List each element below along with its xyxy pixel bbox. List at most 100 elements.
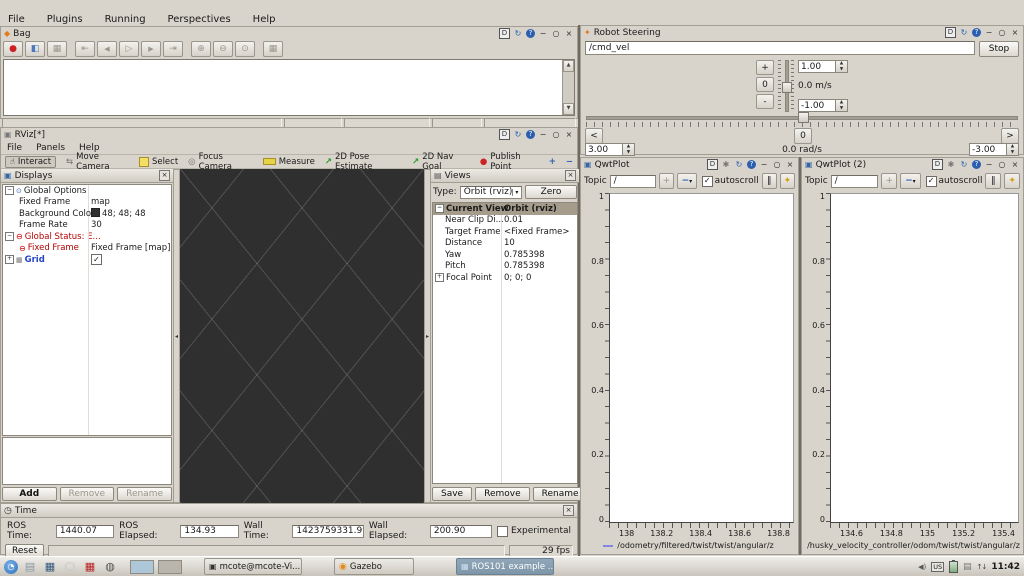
power-icon[interactable]: ◍: [102, 560, 118, 574]
linear-plus-button[interactable]: +: [756, 60, 774, 75]
wall-time-field[interactable]: 1423759331.99: [292, 525, 363, 538]
autoscroll-checkbox[interactable]: ✓: [702, 176, 713, 187]
displays-tree[interactable]: − ⊙ Global Options Fixed Frame map Backg…: [2, 184, 172, 436]
tree-row[interactable]: Pitch 0.785398: [433, 261, 577, 273]
zoom-out-button[interactable]: ⊖: [213, 41, 233, 57]
task-gazebo[interactable]: ◉ Gazebo: [334, 558, 414, 575]
tree-row[interactable]: Yaw 0.785398: [433, 249, 577, 261]
help-icon[interactable]: ?: [972, 160, 981, 169]
menu-item[interactable]: Running: [103, 13, 148, 26]
tree-row[interactable]: Distance 10: [433, 238, 577, 250]
remove-tool-button[interactable]: −: [566, 157, 573, 167]
expander-icon[interactable]: +: [435, 273, 444, 282]
plot-canvas[interactable]: [609, 193, 794, 523]
desktop-pager-icon[interactable]: ▦: [42, 560, 58, 574]
remove-display-button[interactable]: Remove: [60, 487, 115, 501]
reload-icon[interactable]: ↻: [513, 130, 523, 140]
current-view-header[interactable]: − Current View Orbit (rviz): [433, 203, 577, 215]
zoom-in-button[interactable]: ⊕: [191, 41, 211, 57]
task-terminal[interactable]: ▣ mcote@mcote-Vi...: [204, 558, 302, 575]
menu-item[interactable]: Perspectives: [166, 13, 233, 26]
tree-row[interactable]: Frame Rate 30: [3, 220, 171, 232]
dock-icon[interactable]: D: [945, 27, 956, 38]
minimize-icon[interactable]: −: [759, 160, 769, 170]
dock-icon[interactable]: D: [499, 28, 510, 39]
right-collapse-handle[interactable]: ▸: [424, 169, 431, 503]
menu-item[interactable]: Plugins: [45, 13, 85, 26]
angular-zero-button[interactable]: 0: [794, 128, 812, 144]
open-bag-button[interactable]: ◧: [25, 41, 45, 57]
step-backward-button[interactable]: ◀: [97, 41, 117, 57]
angular-right-spinbox[interactable]: -3.00 ▲▼: [969, 143, 1019, 156]
bag-timeline-canvas[interactable]: ▲ ▼: [3, 59, 575, 116]
minimize-icon[interactable]: −: [984, 28, 994, 38]
rviz-menu-item[interactable]: Panels: [36, 143, 65, 153]
experimental-checkbox[interactable]: [497, 526, 508, 537]
clear-button[interactable]: ✦: [780, 173, 795, 189]
close-icon[interactable]: ×: [565, 170, 576, 181]
start-menu-button[interactable]: ◔: [4, 560, 18, 574]
angular-right-button[interactable]: >: [1001, 128, 1019, 144]
linear-velocity-slider[interactable]: [778, 60, 794, 112]
dock-icon[interactable]: D: [932, 159, 943, 170]
dock-icon[interactable]: D: [499, 129, 510, 140]
slider-handle[interactable]: [798, 112, 809, 123]
workspace-2[interactable]: [158, 560, 182, 574]
gear-icon[interactable]: ✱: [946, 160, 956, 170]
topic-input[interactable]: /: [610, 175, 656, 188]
maximize-icon[interactable]: ○: [997, 160, 1007, 170]
bag-scrollbar[interactable]: ▲ ▼: [562, 60, 574, 115]
minimize-icon[interactable]: −: [538, 29, 548, 39]
zoom-reset-button[interactable]: ⊙: [235, 41, 255, 57]
slider-handle[interactable]: [782, 82, 792, 93]
workspace-1[interactable]: [130, 560, 154, 574]
tree-row-error[interactable]: ⊖ Fixed Frame Fixed Frame [map] do...: [3, 243, 171, 255]
stop-button[interactable]: Stop: [979, 41, 1019, 57]
close-icon[interactable]: ×: [159, 170, 170, 181]
close-icon[interactable]: ×: [564, 130, 574, 140]
views-tree[interactable]: − Current View Orbit (rviz) Near Clip Di…: [432, 202, 578, 484]
tree-row[interactable]: − ⊙ Global Options: [3, 185, 171, 197]
save-bag-button[interactable]: ▦: [47, 41, 67, 57]
angular-left-button[interactable]: <: [585, 128, 603, 144]
tree-row[interactable]: + ▦ Grid ✓: [3, 254, 171, 266]
step-forward-button[interactable]: ▶: [141, 41, 161, 57]
network-icon[interactable]: ↑↓: [977, 563, 987, 571]
view-type-select[interactable]: Orbit (rviz) ▾: [460, 186, 522, 199]
help-icon[interactable]: ?: [747, 160, 756, 169]
help-icon[interactable]: ?: [972, 28, 981, 37]
tree-row[interactable]: + Focal Point 0; 0; 0: [433, 272, 577, 284]
save-view-button[interactable]: Save: [432, 487, 472, 501]
reload-icon[interactable]: ↻: [734, 160, 744, 170]
skip-forward-button[interactable]: ⇥: [163, 41, 183, 57]
maximize-icon[interactable]: ○: [551, 29, 561, 39]
clear-button[interactable]: ✦: [1004, 173, 1020, 189]
close-icon[interactable]: ×: [564, 29, 574, 39]
maximize-icon[interactable]: ○: [772, 160, 782, 170]
file-manager-icon[interactable]: ▤: [22, 560, 38, 574]
help-icon[interactable]: ?: [526, 130, 535, 139]
close-icon[interactable]: ×: [785, 160, 795, 170]
help-icon[interactable]: ?: [526, 29, 535, 38]
add-display-button[interactable]: Add: [2, 487, 57, 501]
tree-row-error[interactable]: − ⊖ Global Status: E...: [3, 231, 171, 243]
rviz-3d-viewport[interactable]: [180, 169, 424, 503]
rename-display-button[interactable]: Rename: [117, 487, 172, 501]
expander-icon[interactable]: +: [5, 255, 14, 264]
grid-enabled-checkbox[interactable]: ✓: [91, 254, 102, 265]
battery-icon[interactable]: [949, 561, 958, 573]
add-topic-button[interactable]: +: [881, 173, 897, 189]
tree-row[interactable]: Fixed Frame map: [3, 197, 171, 209]
close-icon[interactable]: ×: [563, 505, 574, 516]
maximize-icon[interactable]: ○: [997, 28, 1007, 38]
linear-max-spinbox[interactable]: 1.00 ▲▼: [798, 60, 848, 73]
play-button[interactable]: ▷: [119, 41, 139, 57]
plot-canvas[interactable]: [830, 193, 1019, 523]
reload-icon[interactable]: ↻: [959, 28, 969, 38]
keyboard-layout-indicator[interactable]: US: [931, 562, 944, 572]
reload-icon[interactable]: ↻: [513, 29, 523, 39]
expander-icon[interactable]: −: [435, 204, 444, 213]
tool-select[interactable]: Select: [139, 157, 178, 167]
scroll-down-icon[interactable]: ▼: [563, 103, 574, 115]
maximize-icon[interactable]: ○: [551, 130, 561, 140]
